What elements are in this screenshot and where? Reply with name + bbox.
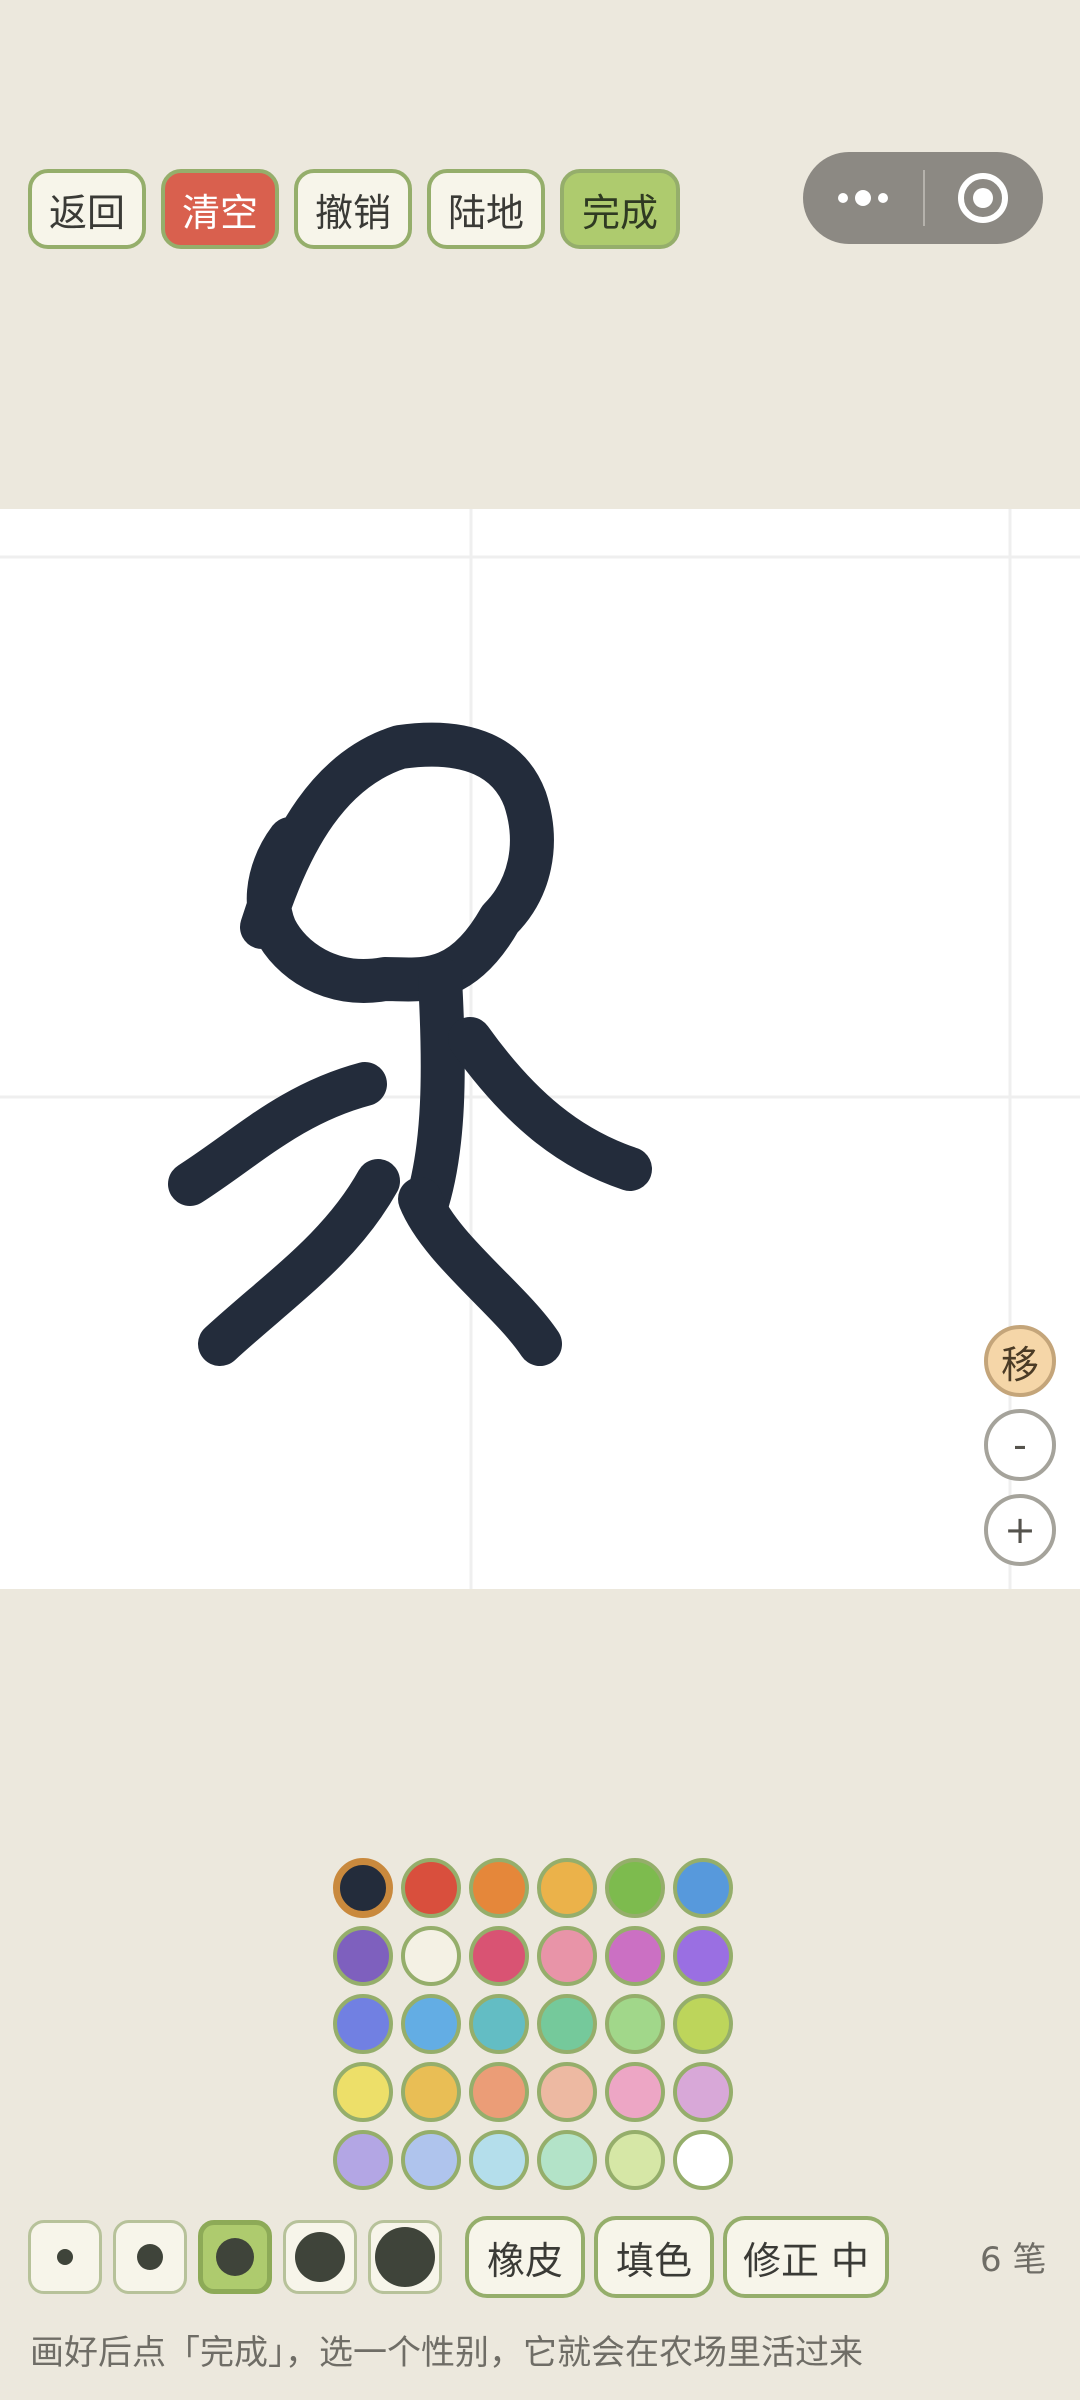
brush-dot-icon (216, 2238, 254, 2276)
done-button[interactable]: 完成 (560, 169, 680, 249)
more-dots-icon (838, 190, 888, 206)
land-button[interactable]: 陆地 (427, 169, 545, 249)
color-swatch[interactable] (673, 1994, 733, 2054)
color-swatch[interactable] (333, 1926, 393, 1986)
color-swatch[interactable] (605, 1926, 665, 1986)
color-swatch[interactable] (673, 1926, 733, 1986)
stroke-right-arm (448, 1017, 652, 1191)
drawing-canvas[interactable] (0, 509, 1080, 1589)
color-swatch[interactable] (401, 1858, 461, 1918)
color-swatch[interactable] (605, 1994, 665, 2054)
target-circle-icon (958, 173, 1008, 223)
color-swatch[interactable] (673, 1858, 733, 1918)
color-swatch[interactable] (469, 1926, 529, 1986)
close-miniprogram-button[interactable] (923, 152, 1043, 244)
color-swatch[interactable] (673, 2130, 733, 2190)
brush-size-button[interactable] (28, 2220, 102, 2294)
brush-size-button[interactable] (283, 2220, 357, 2294)
color-swatch[interactable] (537, 2062, 597, 2122)
color-swatch[interactable] (333, 2130, 393, 2190)
stroke-right-leg (398, 1177, 562, 1366)
color-swatch[interactable] (469, 1994, 529, 2054)
color-swatch[interactable] (605, 2130, 665, 2190)
color-swatch[interactable] (401, 1926, 461, 1986)
color-swatch[interactable] (605, 1858, 665, 1918)
clear-button[interactable]: 清空 (161, 169, 279, 249)
fill-button[interactable]: 填色 (594, 2216, 714, 2298)
color-swatch[interactable] (537, 1858, 597, 1918)
stroke-counter: 6 笔 (980, 2240, 1047, 2280)
color-swatch[interactable] (469, 2062, 529, 2122)
undo-button[interactable]: 撤销 (294, 169, 412, 249)
miniprogram-capsule (803, 152, 1043, 244)
stroke-correction-button[interactable]: 修正 中 (723, 2216, 889, 2298)
stroke-left-leg (198, 1159, 400, 1366)
brush-dot-icon (295, 2232, 345, 2282)
stroke-head (240, 722, 554, 1003)
brush-dot-icon (57, 2249, 73, 2265)
color-swatch[interactable] (333, 2062, 393, 2122)
color-swatch[interactable] (469, 1858, 529, 1918)
color-swatch[interactable] (401, 2130, 461, 2190)
zoom-out-button[interactable]: - (984, 1409, 1056, 1481)
back-button[interactable]: 返回 (28, 169, 146, 249)
color-swatch[interactable] (605, 2062, 665, 2122)
brush-dot-icon (137, 2244, 163, 2270)
color-swatch[interactable] (401, 2062, 461, 2122)
color-swatch[interactable] (537, 1926, 597, 1986)
canvas-grid (0, 509, 1080, 1589)
eraser-button[interactable]: 橡皮 (465, 2216, 585, 2298)
color-swatch[interactable] (469, 2130, 529, 2190)
brush-size-button[interactable] (368, 2220, 442, 2294)
stroke-body (403, 957, 465, 1231)
instruction-hint: 画好后点「完成」，选一个性别，它就会在农场里活过来 (30, 2333, 863, 2373)
brush-size-button[interactable] (113, 2220, 187, 2294)
stroke-left-arm (168, 1062, 387, 1206)
color-swatch[interactable] (401, 1994, 461, 2054)
brush-size-button[interactable] (198, 2220, 272, 2294)
color-swatch[interactable] (673, 2062, 733, 2122)
drawing-strokes (168, 722, 652, 1366)
brush-dot-icon (375, 2227, 435, 2287)
color-swatch[interactable] (537, 2130, 597, 2190)
color-swatch[interactable] (537, 1994, 597, 2054)
move-canvas-button[interactable]: 移 (984, 1325, 1056, 1397)
capsule-divider (923, 170, 925, 226)
color-swatch[interactable] (333, 1994, 393, 2054)
color-swatch[interactable] (333, 1858, 393, 1918)
more-button[interactable] (803, 152, 923, 244)
zoom-in-button[interactable]: + (984, 1494, 1056, 1566)
